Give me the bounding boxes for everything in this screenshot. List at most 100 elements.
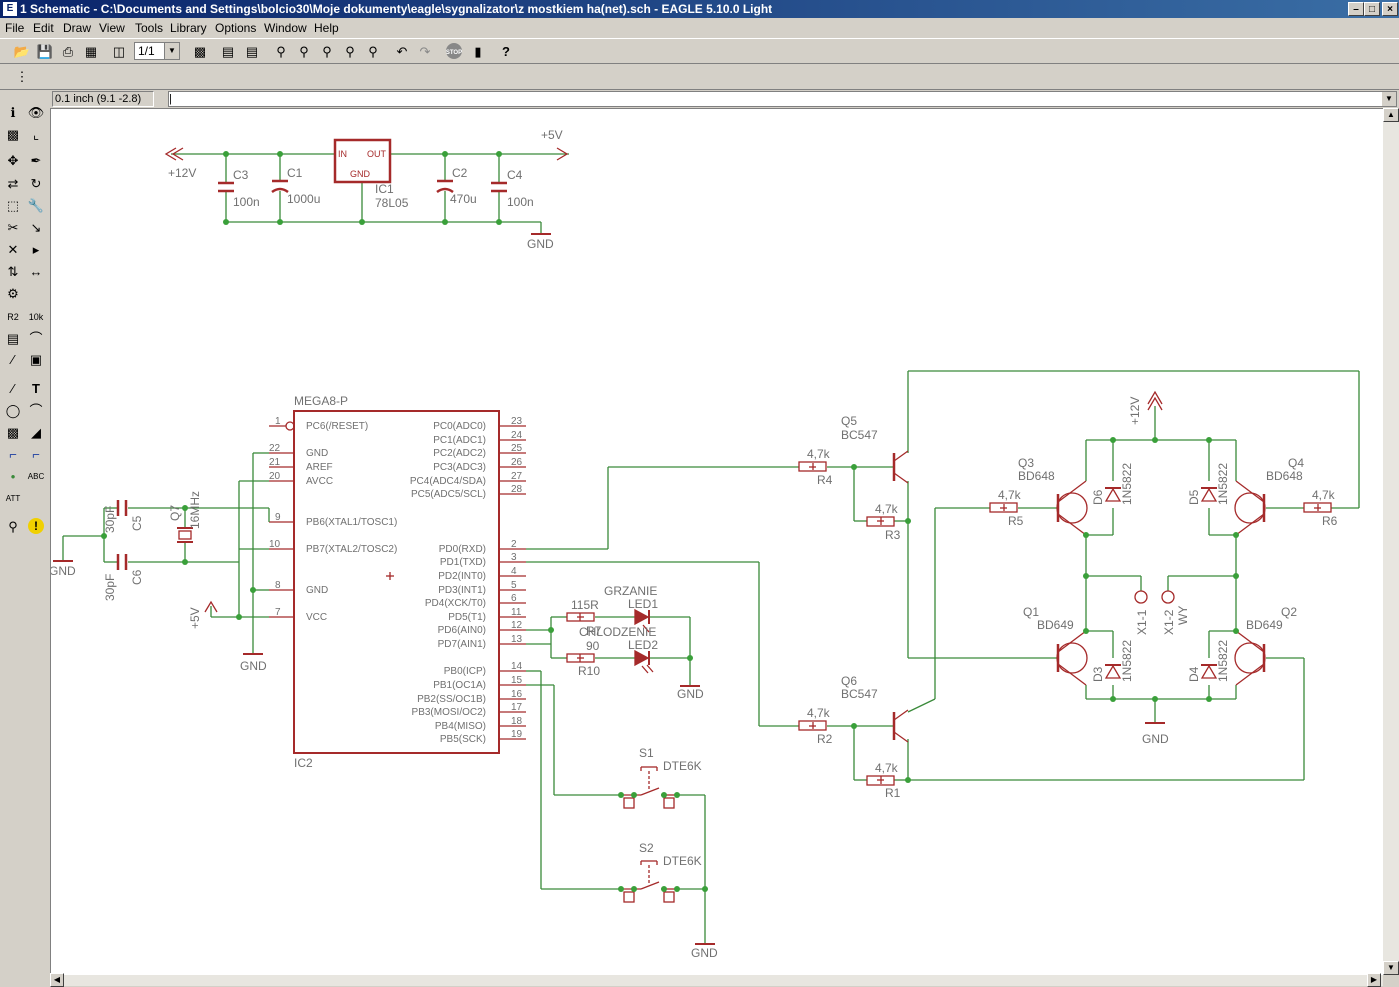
invoke-icon[interactable]: ▣ (26, 350, 46, 370)
print-icon[interactable]: ⎙ (58, 42, 78, 62)
menu-draw[interactable]: Draw (63, 21, 91, 35)
scroll-right-icon[interactable]: ▶ (1367, 973, 1381, 987)
scroll-down-icon[interactable]: ▼ (1383, 961, 1399, 975)
erc-icon[interactable]: ⚲ (3, 517, 23, 537)
gateswap-icon[interactable]: ↔ (26, 262, 46, 282)
menu-window[interactable]: Window (264, 21, 307, 35)
menu-view[interactable]: View (99, 21, 125, 35)
command-input[interactable]: | ▼ (168, 91, 1397, 107)
split-icon[interactable]: ∕ (3, 350, 23, 370)
menu-help[interactable]: Help (314, 21, 339, 35)
d6-name: D6 (1091, 489, 1105, 505)
wire-icon[interactable]: ∕ (3, 379, 23, 399)
errors-icon[interactable]: ! (26, 517, 46, 537)
switch-section: S1 DTE6K S2 DTE6K GND (526, 670, 718, 960)
polygon-icon[interactable]: ◢ (26, 423, 46, 443)
circle-icon[interactable]: ◯ (3, 401, 23, 421)
stop-button[interactable]: STOP (444, 42, 464, 62)
net-icon[interactable]: ⌐ (26, 445, 46, 465)
switch-gnd-label: GND (691, 946, 718, 960)
text-icon[interactable]: T (26, 379, 46, 399)
d4-value: 1N5822 (1216, 640, 1230, 682)
svg-text:25: 25 (511, 443, 523, 454)
open-icon[interactable]: 📂 (12, 42, 32, 62)
scroll-left-icon[interactable]: ◀ (50, 973, 64, 987)
x1-2-label: X1-2 (1162, 609, 1176, 635)
chevron-down-icon[interactable]: ▼ (1382, 92, 1396, 106)
s2-value: DTE6K (663, 854, 702, 868)
rect-icon[interactable]: ▩ (3, 423, 23, 443)
menu-library[interactable]: Library (170, 21, 207, 35)
horizontal-scrollbar[interactable]: ◀ ▶ (50, 973, 1383, 987)
grid-icon[interactable]: ⋮ (12, 67, 32, 87)
minimize-button[interactable]: – (1348, 2, 1364, 16)
move-icon[interactable]: ✥ (3, 151, 23, 171)
help-button[interactable]: ? (496, 42, 516, 62)
vertical-scrollbar[interactable]: ▲ ▼ (1383, 108, 1399, 975)
display-icon[interactable]: ▩ (3, 125, 23, 145)
replace-icon[interactable]: ⚙ (3, 284, 23, 304)
menu-options[interactable]: Options (215, 21, 256, 35)
ic1-gnd-label: GND (350, 169, 371, 179)
cut-icon[interactable]: ✂ (3, 218, 23, 238)
zoom-redraw-icon[interactable]: ⚲ (340, 42, 360, 62)
smash-icon[interactable]: ▤ (3, 329, 23, 349)
attribute-icon[interactable]: ATT (3, 489, 23, 509)
mirror-icon[interactable]: ⇄ (3, 174, 23, 194)
help-icon: ? (502, 44, 510, 59)
ulp-icon[interactable]: ▤ (242, 42, 262, 62)
maximize-button[interactable]: □ (1364, 2, 1380, 16)
sheet-select[interactable]: 1/1 ▼ (134, 42, 180, 60)
go-icon[interactable]: ▮ (468, 42, 488, 62)
pinswap-icon[interactable]: ⇅ (3, 262, 23, 282)
svg-text:PD7(AIN1): PD7(AIN1) (438, 639, 486, 650)
add-icon[interactable]: ▸ (26, 240, 46, 260)
r10-name: R10 (578, 664, 600, 678)
svg-text:13: 13 (511, 634, 523, 645)
name-icon[interactable]: R2 (3, 307, 23, 327)
svg-text:24: 24 (511, 430, 523, 441)
undo-icon[interactable]: ↶ (392, 42, 412, 62)
cam-icon[interactable]: ▦ (81, 42, 101, 62)
redo-icon[interactable]: ↷ (415, 42, 435, 62)
zoom-select-icon[interactable]: ⚲ (363, 42, 383, 62)
paste-icon[interactable]: ↘ (26, 218, 46, 238)
mark-icon[interactable]: ⌞ (26, 125, 46, 145)
show-icon[interactable]: 👁 (26, 103, 46, 123)
r6-value: 4,7k (1312, 488, 1336, 502)
board-icon[interactable]: ▩ (190, 42, 210, 62)
scroll-up-icon[interactable]: ▲ (1383, 108, 1399, 122)
arc-icon[interactable]: ⌒ (26, 401, 46, 421)
copy-icon[interactable]: ✒ (26, 151, 46, 171)
zoom-fit-icon[interactable]: ⚲ (271, 42, 291, 62)
change-icon[interactable]: 🔧 (26, 196, 46, 216)
r5-name: R5 (1008, 514, 1024, 528)
label-icon[interactable]: ABC (26, 467, 46, 487)
r7-value: 115R (571, 598, 599, 612)
svg-text:20: 20 (269, 471, 281, 482)
value-icon[interactable]: 10k (26, 307, 46, 327)
ic1-out-label: OUT (367, 149, 387, 159)
menu-tools[interactable]: Tools (135, 21, 163, 35)
menu-edit[interactable]: Edit (33, 21, 54, 35)
script-icon[interactable]: ▤ (218, 42, 238, 62)
svg-text:PD0(RXD): PD0(RXD) (439, 544, 486, 555)
rotate-icon[interactable]: ↻ (26, 174, 46, 194)
close-button[interactable]: × (1382, 2, 1398, 16)
sheet-icon[interactable]: ◫ (109, 42, 129, 62)
svg-text:STOP: STOP (446, 50, 462, 56)
bus-icon[interactable]: ⌐ (3, 445, 23, 465)
zoom-out-icon[interactable]: ⚲ (317, 42, 337, 62)
svg-text:17: 17 (511, 702, 523, 713)
miter-icon[interactable]: ⌒ (26, 329, 46, 349)
schematic-canvas[interactable]: IN OUT GND IC1 78L05 +12V +5V C3 100n C1… (50, 108, 1383, 975)
ic1-in-label: IN (338, 149, 347, 159)
menu-file[interactable]: File (5, 21, 24, 35)
svg-text:22: 22 (269, 443, 281, 454)
junction-icon[interactable]: • (3, 467, 23, 487)
save-icon[interactable]: 💾 (35, 42, 55, 62)
info-icon[interactable]: ℹ (3, 103, 23, 123)
zoom-in-icon[interactable]: ⚲ (294, 42, 314, 62)
delete-icon[interactable]: ✕ (3, 240, 23, 260)
group-icon[interactable]: ⬚ (3, 196, 23, 216)
